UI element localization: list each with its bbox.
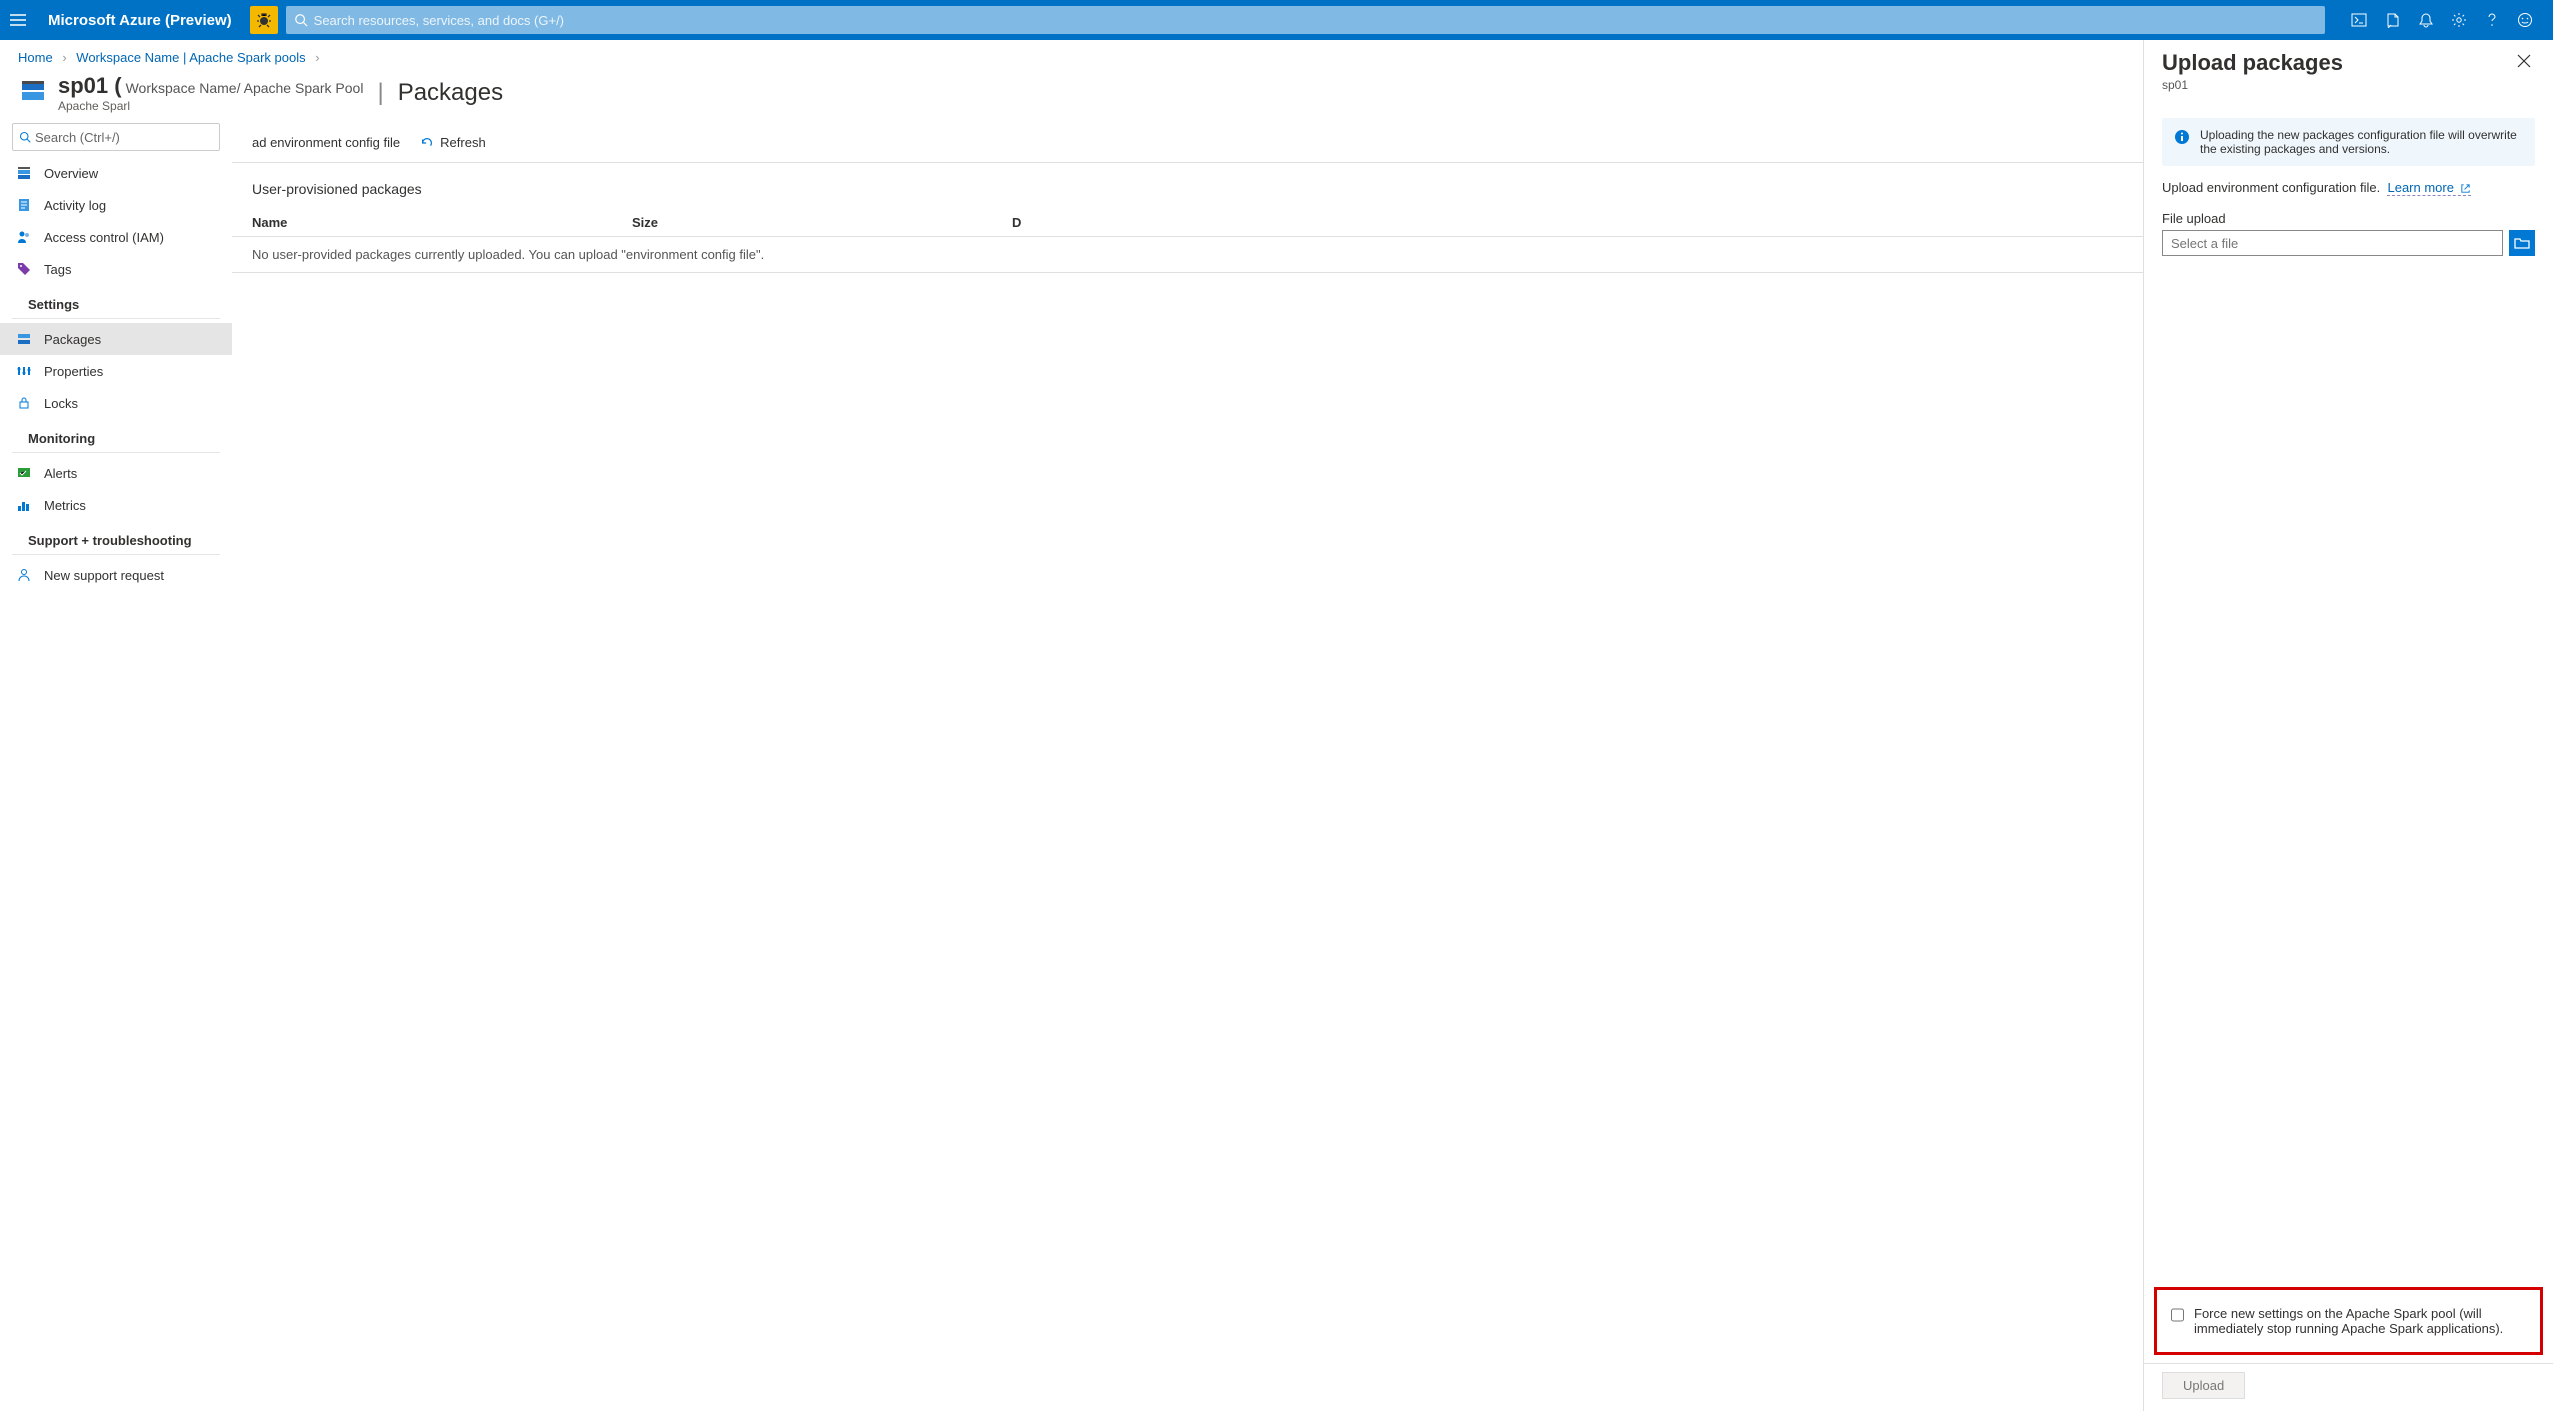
panel-title: Upload packages bbox=[2162, 50, 2513, 76]
upload-button[interactable]: Upload bbox=[2162, 1372, 2245, 1399]
menu-icon[interactable] bbox=[10, 14, 36, 26]
panel-description: Upload environment configuration file. bbox=[2162, 180, 2380, 195]
search-icon bbox=[19, 131, 31, 143]
force-settings-highlight: Force new settings on the Apache Spark p… bbox=[2154, 1287, 2543, 1355]
sidebar-item-tags[interactable]: Tags bbox=[0, 253, 232, 285]
sidebar-section-monitoring: Monitoring bbox=[12, 419, 220, 453]
sidebar-item-packages[interactable]: Packages bbox=[0, 323, 232, 355]
lock-icon bbox=[16, 395, 34, 411]
support-icon bbox=[16, 567, 34, 583]
sidebar-item-iam[interactable]: Access control (IAM) bbox=[0, 221, 232, 253]
external-link-icon bbox=[2460, 183, 2471, 194]
notifications-icon[interactable] bbox=[2419, 12, 2433, 28]
spark-pool-icon bbox=[18, 77, 48, 107]
breadcrumb-home[interactable]: Home bbox=[18, 50, 53, 65]
main-content: ad environment config file Refresh User-… bbox=[232, 123, 2143, 1411]
col-name: Name bbox=[252, 215, 632, 230]
page-title: Packages bbox=[398, 79, 503, 107]
learn-more-link[interactable]: Learn more bbox=[2387, 180, 2470, 196]
resource-name: sp01 ( bbox=[58, 73, 122, 99]
iam-icon bbox=[16, 229, 34, 245]
col-date: D bbox=[1012, 215, 2123, 230]
toolbar: ad environment config file Refresh bbox=[232, 123, 2143, 163]
toolbar-upload-config[interactable]: ad environment config file bbox=[252, 135, 400, 150]
sidebar-item-activity-log[interactable]: Activity log bbox=[0, 189, 232, 221]
breadcrumb-workspace[interactable]: Workspace Name | Apache Spark pools bbox=[76, 50, 305, 65]
sidebar-item-alerts[interactable]: Alerts bbox=[0, 457, 232, 489]
force-settings-label: Force new settings on the Apache Spark p… bbox=[2194, 1306, 2526, 1336]
resource-type: Apache Sparl bbox=[58, 99, 363, 113]
properties-icon bbox=[16, 363, 34, 379]
sidebar-search[interactable]: Search (Ctrl+/) bbox=[12, 123, 220, 151]
breadcrumb: Home › Workspace Name | Apache Spark poo… bbox=[0, 40, 2143, 67]
sidebar-item-locks[interactable]: Locks bbox=[0, 387, 232, 419]
overview-icon bbox=[16, 165, 34, 181]
activity-log-icon bbox=[16, 197, 34, 213]
col-size: Size bbox=[632, 215, 1012, 230]
upload-packages-panel: Upload packages sp01 Uploading the new p… bbox=[2143, 40, 2553, 1411]
feedback-icon[interactable] bbox=[2517, 12, 2533, 28]
packages-empty-message: No user-provided packages currently uplo… bbox=[232, 237, 2143, 273]
global-search-input[interactable] bbox=[314, 13, 2317, 28]
tags-icon bbox=[16, 261, 34, 277]
force-settings-checkbox[interactable] bbox=[2171, 1307, 2184, 1323]
panel-subtitle: sp01 bbox=[2162, 78, 2513, 92]
settings-icon[interactable] bbox=[2451, 12, 2467, 28]
sidebar-item-metrics[interactable]: Metrics bbox=[0, 489, 232, 521]
resource-header: sp01 ( Workspace Name/ Apache Spark Pool… bbox=[0, 67, 2143, 123]
search-icon bbox=[294, 13, 308, 27]
sidebar-item-properties[interactable]: Properties bbox=[0, 355, 232, 387]
metrics-icon bbox=[16, 497, 34, 513]
browse-file-button[interactable] bbox=[2509, 230, 2535, 256]
product-title[interactable]: Microsoft Azure (Preview) bbox=[36, 12, 250, 29]
packages-icon bbox=[16, 331, 34, 347]
packages-table-header: Name Size D bbox=[232, 209, 2143, 237]
info-banner: Uploading the new packages configuration… bbox=[2162, 118, 2535, 166]
sidebar-section-support: Support + troubleshooting bbox=[12, 521, 220, 555]
refresh-icon bbox=[420, 136, 434, 150]
packages-section-title: User-provisioned packages bbox=[232, 163, 2143, 209]
resource-context: Workspace Name/ Apache Spark Pool bbox=[126, 80, 364, 96]
folder-icon bbox=[2514, 236, 2530, 250]
file-upload-label: File upload bbox=[2162, 211, 2535, 226]
help-icon[interactable] bbox=[2485, 12, 2499, 28]
sidebar-item-overview[interactable]: Overview bbox=[0, 157, 232, 189]
file-upload-input[interactable] bbox=[2162, 230, 2503, 256]
top-header: Microsoft Azure (Preview) bbox=[0, 0, 2553, 40]
sidebar-section-settings: Settings bbox=[12, 285, 220, 319]
info-icon bbox=[2174, 129, 2190, 156]
toolbar-refresh[interactable]: Refresh bbox=[420, 135, 486, 150]
resource-sidebar: Search (Ctrl+/) Overview Activity log Ac… bbox=[0, 123, 232, 1411]
global-search[interactable] bbox=[286, 6, 2325, 34]
alerts-icon bbox=[16, 465, 34, 481]
sidebar-item-support-request[interactable]: New support request bbox=[0, 559, 232, 591]
close-icon[interactable] bbox=[2513, 50, 2535, 72]
bug-icon[interactable] bbox=[250, 6, 278, 34]
cloud-shell-icon[interactable] bbox=[2351, 13, 2367, 27]
directory-icon[interactable] bbox=[2385, 12, 2401, 28]
